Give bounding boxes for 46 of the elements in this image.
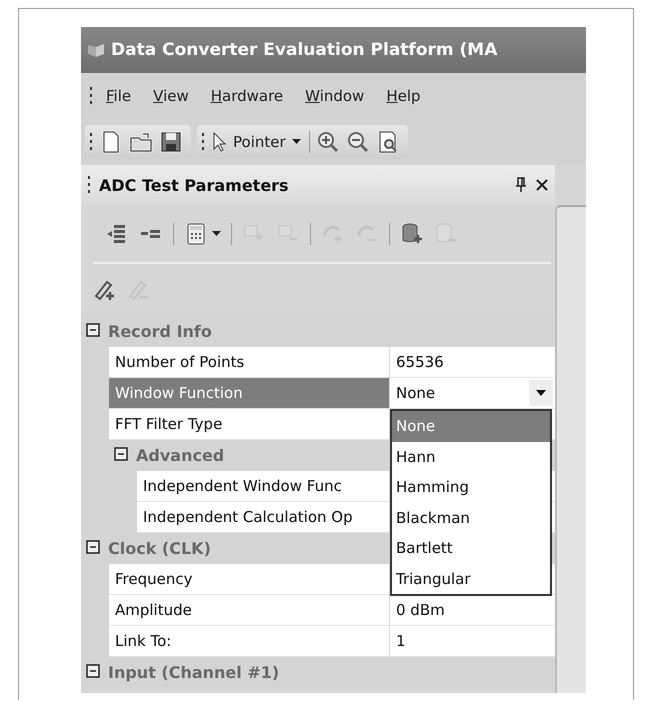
toolbar-grip-icon[interactable] xyxy=(87,174,91,196)
menu-item[interactable]: Hardware xyxy=(202,84,292,106)
database-add-icon[interactable] xyxy=(400,222,424,246)
window-title: Data Converter Evaluation Platform (MA xyxy=(111,40,498,60)
toolbar-grip-icon[interactable] xyxy=(89,84,93,106)
category-label: Input (Channel #1) xyxy=(108,663,280,682)
menu-item[interactable]: Window xyxy=(296,84,374,106)
property-name[interactable]: Number of Points xyxy=(109,347,390,378)
menu-item[interactable]: Help xyxy=(377,84,430,106)
dropdown-option[interactable]: Bartlett xyxy=(392,533,550,564)
property-name[interactable]: Independent Calculation Op xyxy=(137,502,390,533)
dropdown-option[interactable]: Hann xyxy=(392,442,550,472)
property-name[interactable]: Independent Window Func xyxy=(137,471,390,502)
toolbar-grip-icon[interactable] xyxy=(89,130,93,152)
collapse-icon[interactable] xyxy=(114,447,128,461)
close-icon[interactable] xyxy=(535,178,549,192)
category-label: Clock (CLK) xyxy=(108,539,211,558)
collapse-icon[interactable] xyxy=(86,664,100,678)
property-name[interactable]: Link To: xyxy=(109,626,390,657)
dropdown-option[interactable]: None xyxy=(392,411,550,442)
property-name[interactable]: Amplitude xyxy=(109,595,390,626)
menu-item[interactable]: File xyxy=(97,84,140,106)
pin-icon[interactable] xyxy=(515,177,527,193)
panel-title: ADC Test Parameters xyxy=(99,176,290,194)
property-name[interactable]: Frequency xyxy=(109,564,390,595)
pencil-add-icon[interactable] xyxy=(93,278,117,302)
cursor-icon xyxy=(213,132,227,152)
property-name[interactable]: Window Function xyxy=(109,378,390,409)
category-label: Advanced xyxy=(136,446,224,465)
toolbar-grip-icon[interactable] xyxy=(201,130,205,152)
category-label: Record Info xyxy=(108,322,212,341)
pointer-dropdown[interactable]: Pointer xyxy=(211,132,303,152)
property-name[interactable]: FFT Filter Type xyxy=(109,409,390,440)
app-icon xyxy=(87,42,105,58)
caret-icon xyxy=(536,390,546,396)
dropdown-option[interactable]: Triangular xyxy=(392,564,550,594)
collapse-icon[interactable] xyxy=(86,540,100,554)
dropdown-option[interactable]: Blackman xyxy=(392,502,550,533)
dropdown-button[interactable] xyxy=(529,380,553,406)
dropdown-option[interactable]: Hamming xyxy=(392,472,550,502)
menu-item[interactable]: View xyxy=(144,84,198,106)
collapse-icon[interactable] xyxy=(86,323,100,337)
caret-icon xyxy=(292,139,301,144)
zoom-out-icon[interactable] xyxy=(346,130,370,154)
caret-icon[interactable] xyxy=(212,231,221,236)
zoom-in-icon[interactable] xyxy=(316,130,340,154)
